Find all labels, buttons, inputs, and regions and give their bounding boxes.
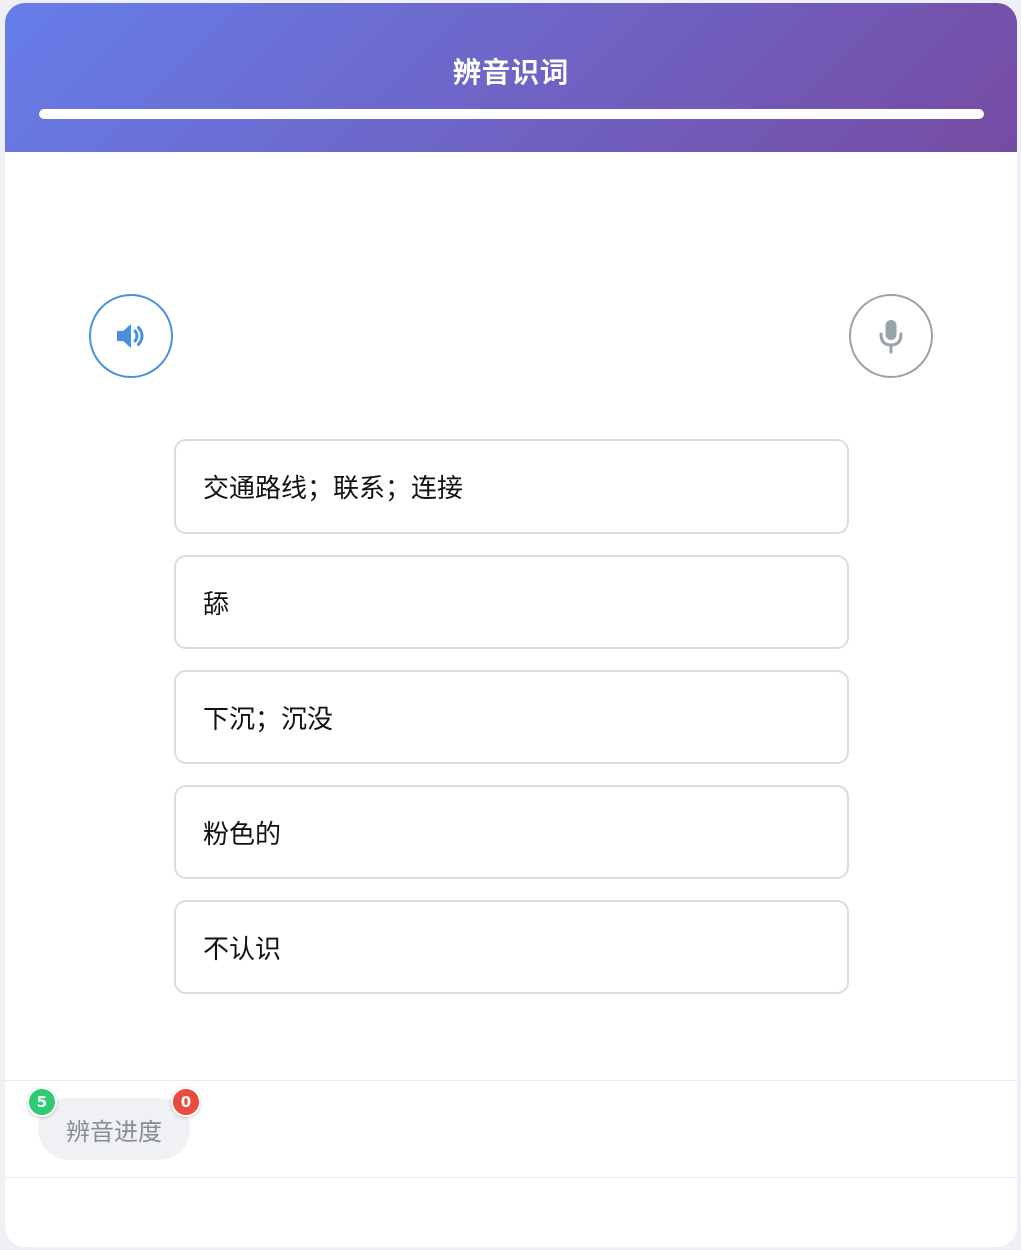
option-label: 下沉；沉没 (203, 704, 334, 735)
option-label: 不认识 (203, 934, 282, 965)
bottom-divider (5, 1177, 1017, 1178)
progress-pill-label: 辨音进度 (66, 1117, 162, 1146)
option-label: 交通路线；联系；连接 (203, 474, 464, 504)
answer-option[interactable]: 下沉；沉没 (174, 670, 849, 764)
wrong-count-badge: 0 (171, 1087, 201, 1117)
answer-option[interactable]: 交通路线；联系；连接 (174, 439, 849, 534)
header: 辨音识词 (5, 3, 1017, 152)
progress-bar (39, 109, 984, 119)
answer-option[interactable]: 粉色的 (174, 785, 849, 879)
quiz-card: 辨音识词 交通路线；联系；连接 舔 下沉；沉没 粉色的 不认识 辨音进度 5 0 (5, 3, 1017, 1247)
progress-pill-button[interactable]: 辨音进度 (38, 1098, 190, 1160)
page-title: 辨音识词 (452, 56, 569, 89)
option-label: 舔 (203, 589, 230, 620)
answer-option[interactable]: 舔 (174, 555, 849, 649)
record-voice-button[interactable] (849, 294, 933, 378)
footer-divider (5, 1080, 1017, 1081)
speaker-icon (117, 324, 144, 348)
option-label: 粉色的 (203, 819, 282, 850)
correct-count-badge: 5 (27, 1087, 57, 1117)
answer-options: 交通路线；联系；连接 舔 下沉；沉没 粉色的 不认识 (174, 439, 849, 1015)
progress-fill (39, 109, 984, 119)
play-audio-button[interactable] (89, 294, 173, 378)
dont-know-option[interactable]: 不认识 (174, 900, 849, 994)
microphone-icon (879, 320, 903, 354)
